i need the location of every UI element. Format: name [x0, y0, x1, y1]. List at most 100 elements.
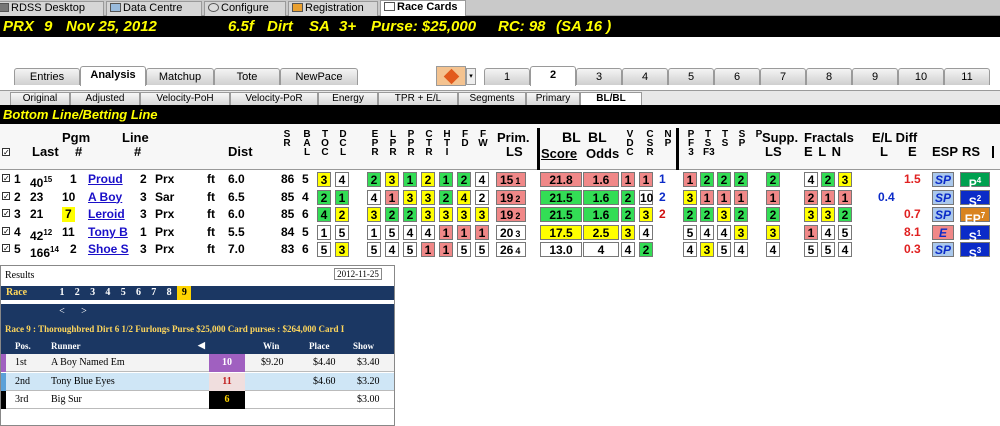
horse-name-link[interactable]: Tony B [88, 225, 128, 240]
result-race-1[interactable]: 1 [55, 286, 69, 300]
speed-cell: 4 [700, 224, 714, 240]
row-checkbox[interactable]: ✓ [2, 244, 10, 253]
table-row[interactable]: ✓ 2 23 10 A Boy 3 Sar ft 6.5 85 4 2 1 4 1 3 3 2 4 2 19 2 21.5 1… [0, 189, 1000, 209]
subtab-primary[interactable]: Primary [526, 92, 580, 106]
select-all-checkbox[interactable]: ✓ [2, 148, 10, 157]
csr-cell: 2 [639, 242, 653, 257]
line-number: 3 [140, 242, 147, 256]
race-tab-9[interactable]: 9 [852, 68, 898, 85]
supp-ls: 1 [766, 189, 780, 205]
results-title: Results [5, 270, 35, 281]
result-race-7[interactable]: 7 [147, 286, 161, 300]
primary-ls: 26 4 [496, 242, 526, 257]
tab-matchup[interactable]: Matchup [146, 68, 214, 85]
app-tab-rdss-desktop[interactable]: RDSS Desktop [0, 1, 104, 16]
col-prim-ls: LS [506, 144, 523, 159]
csr-cell: 1 [639, 172, 653, 187]
subtab-adjusted[interactable]: Adjusted [70, 92, 140, 106]
supp-ls: 2 [766, 172, 780, 187]
table-row[interactable]: ✓ 4 4212 11 Tony B 1 Prx ft 5.5 84 5 1 5 1 5 4 4 1 1 1 20 3 17… [0, 224, 1000, 244]
app-tab-registration[interactable]: Registration [288, 1, 378, 16]
subtab-velocity-poh[interactable]: Velocity-PoH [140, 92, 230, 106]
horse-name-link[interactable]: Leroid [88, 207, 125, 222]
tab-entries[interactable]: Entries [14, 68, 80, 85]
col-epr: E P R [371, 129, 379, 158]
rs-sup: 1 [976, 228, 982, 238]
race-tab-8[interactable]: 8 [806, 68, 852, 85]
race-tab-3[interactable]: 3 [576, 68, 622, 85]
subtab-original[interactable]: Original [10, 92, 70, 106]
primary-ls: 19 2 [496, 207, 526, 222]
primary-ls: 19 2 [496, 189, 526, 205]
tab-analysis[interactable]: Analysis [80, 66, 146, 86]
race-tab-4[interactable]: 4 [622, 68, 668, 85]
tab-tote[interactable]: Tote [214, 68, 280, 85]
race-tab-5[interactable]: 5 [668, 68, 714, 85]
col-pgm-num: # [75, 144, 83, 159]
dropdown-arrow-icon[interactable]: ▾ [466, 68, 476, 85]
race-selector-button[interactable] [436, 66, 466, 86]
result-race-8[interactable]: 8 [162, 286, 176, 300]
row-checkbox[interactable]: ✓ [2, 209, 10, 218]
horse-name-link[interactable]: A Boy [88, 190, 122, 205]
program-number: 10 [62, 189, 76, 204]
col-np: N P [664, 129, 672, 149]
horse-name-link[interactable]: Shoe S [88, 242, 129, 257]
table-row[interactable]: ✓ 3 21 7 Leroid 3 Prx ft 6.0 85 6 4 2 3 2 2 3 3 3 3 19 2 21.5 1… [0, 206, 1000, 226]
result-race-5[interactable]: 5 [116, 286, 130, 300]
result-race-6[interactable]: 6 [132, 286, 146, 300]
race-tab-2[interactable]: 2 [530, 66, 576, 86]
col-score[interactable]: Score [541, 147, 577, 160]
row-accent [1, 391, 6, 409]
subtab-tpr-el[interactable]: TPR + E/L [378, 92, 458, 106]
el-diff-l: 0.4 [878, 189, 895, 204]
prim-sup: 1 [515, 176, 521, 186]
col-bl-odds-title: BL [588, 129, 607, 145]
row-checkbox[interactable]: ✓ [2, 226, 10, 235]
col-esp: ESP [932, 144, 959, 159]
subtab-energy[interactable]: Energy [318, 92, 378, 106]
app-tab-configure[interactable]: Configure [204, 1, 286, 16]
el-diff-e: 1.5 [904, 172, 921, 186]
prev-button[interactable]: < [53, 305, 71, 318]
race-tab-7[interactable]: 7 [760, 68, 806, 85]
race-tab-11[interactable]: 11 [944, 68, 990, 85]
table-row[interactable]: ✓ 1 4015 1 Proud 2 Prx ft 6.0 86 5 3 4 2 3 1 2 1 2 4 15 1 21.8… [0, 171, 1000, 191]
next-button[interactable]: > [75, 305, 93, 318]
result-win: $9.20 [261, 357, 284, 368]
tab-newpace[interactable]: NewPace [280, 68, 358, 85]
results-date-field[interactable]: 2012-11-25 [334, 268, 382, 280]
subtab-velocity-por[interactable]: Velocity-PoR [230, 92, 318, 106]
result-race-2[interactable]: 2 [70, 286, 84, 300]
pace-cell: 5 [385, 224, 399, 240]
race-tab-1[interactable]: 1 [484, 68, 530, 85]
el-diff-e: 0.7 [904, 207, 921, 221]
horse-name-link[interactable]: Proud [88, 172, 123, 187]
table-row[interactable]: ✓ 5 16614 2 Shoe S 3 Prx ft 7.0 83 6 5 3 5 4 5 1 1 5 5 26 4 13… [0, 241, 1000, 261]
dcl-cell: 3 [335, 242, 349, 257]
app-tab-race-cards[interactable]: Race Cards [380, 0, 466, 17]
pace-cell: 4 [385, 242, 399, 257]
result-race-4[interactable]: 4 [101, 286, 115, 300]
race-tab-10[interactable]: 10 [898, 68, 944, 85]
result-row: 1st A Boy Named Em 10 $9.20 $4.40 $3.40 [1, 354, 394, 372]
results-race-bar: Race 123456789 [1, 286, 394, 300]
row-checkbox[interactable]: ✓ [2, 191, 10, 200]
col-pgm: Pgm [62, 130, 91, 145]
result-row: 3rd Big Sur 6 $3.00 [1, 391, 394, 409]
result-show: $3.40 [357, 357, 380, 368]
col-l: L [880, 144, 888, 159]
pace-cell: 2 [475, 189, 489, 205]
prim-sup: 2 [515, 193, 521, 204]
subtab-bl-bl[interactable]: BL/BL [580, 92, 642, 106]
track: Prx [155, 172, 175, 186]
row-checkbox[interactable]: ✓ [2, 174, 10, 183]
vdc-cell: 1 [621, 172, 635, 187]
result-race-9[interactable]: 9 [177, 286, 192, 300]
last-days: 21 [30, 207, 44, 221]
result-race-3[interactable]: 3 [86, 286, 100, 300]
subtab-segments[interactable]: Segments [458, 92, 526, 106]
race-tab-6[interactable]: 6 [714, 68, 760, 85]
col-hti: H T I [443, 129, 451, 158]
app-tab-data-centre[interactable]: Data Centre [106, 1, 202, 16]
